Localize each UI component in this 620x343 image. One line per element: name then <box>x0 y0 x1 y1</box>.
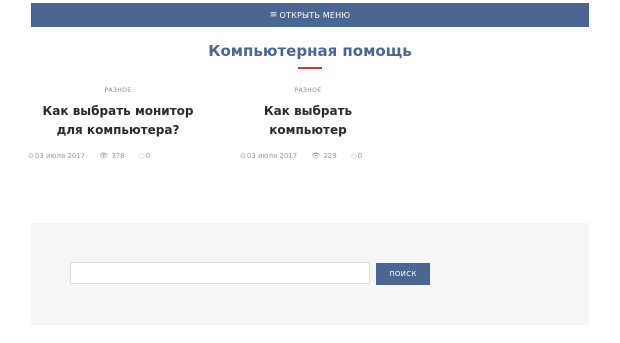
comment-icon: ◌ <box>138 152 145 160</box>
search-panel: ПОИСК <box>31 223 589 325</box>
post-card: РАЗНОЕ Как выбрать монитор для компьютер… <box>28 86 208 160</box>
post-title-line: компьютер <box>269 123 347 137</box>
clock-icon: ⊙ <box>28 152 34 160</box>
post-date: ⊙03 июля 2017 <box>28 152 85 160</box>
post-title-line: для компьютера? <box>56 123 180 137</box>
post-comments-count: 0 <box>357 152 363 160</box>
post-comments[interactable]: ◌0 <box>139 152 151 160</box>
comment-icon: ◌ <box>350 152 357 160</box>
post-category[interactable]: РАЗНОЕ <box>218 86 398 96</box>
post-views-count: 378 <box>111 152 125 160</box>
post-meta: ⊙03 июля 2017 👁 229 ◌0 <box>240 152 420 160</box>
search-button[interactable]: ПОИСК <box>376 263 430 285</box>
open-menu-label: ОТКРЫТЬ МЕНЮ <box>279 10 351 20</box>
search-input[interactable] <box>70 262 370 284</box>
post-views-count: 229 <box>323 152 337 160</box>
post-category[interactable]: РАЗНОЕ <box>28 86 208 96</box>
post-meta: ⊙03 июля 2017 👁 378 ◌0 <box>28 152 208 160</box>
post-title-line: Как выбрать монитор <box>42 104 194 118</box>
post-date: ⊙03 июля 2017 <box>240 152 297 160</box>
section-title: Компьютерная помощь <box>208 42 412 60</box>
post-card: РАЗНОЕ Как выбрать компьютер ⊙03 июля 20… <box>218 86 398 160</box>
open-menu-button[interactable]: ≡ ОТКРЫТЬ МЕНЮ <box>31 3 589 27</box>
post-title-link[interactable]: Как выбрать компьютер <box>218 102 398 140</box>
eye-icon: 👁 <box>99 152 109 160</box>
post-views: 👁 378 <box>99 152 125 160</box>
post-views: 👁 229 <box>311 152 337 160</box>
post-comments-count: 0 <box>145 152 151 160</box>
post-title-link[interactable]: Как выбрать монитор для компьютера? <box>28 102 208 140</box>
title-underline <box>298 67 322 69</box>
post-title-line: Как выбрать <box>263 104 353 118</box>
post-comments[interactable]: ◌0 <box>351 152 363 160</box>
post-date-text: 03 июля 2017 <box>246 152 298 160</box>
eye-icon: 👁 <box>311 152 321 160</box>
hamburger-icon: ≡ <box>269 9 278 20</box>
post-date-text: 03 июля 2017 <box>34 152 86 160</box>
clock-icon: ⊙ <box>240 152 246 160</box>
